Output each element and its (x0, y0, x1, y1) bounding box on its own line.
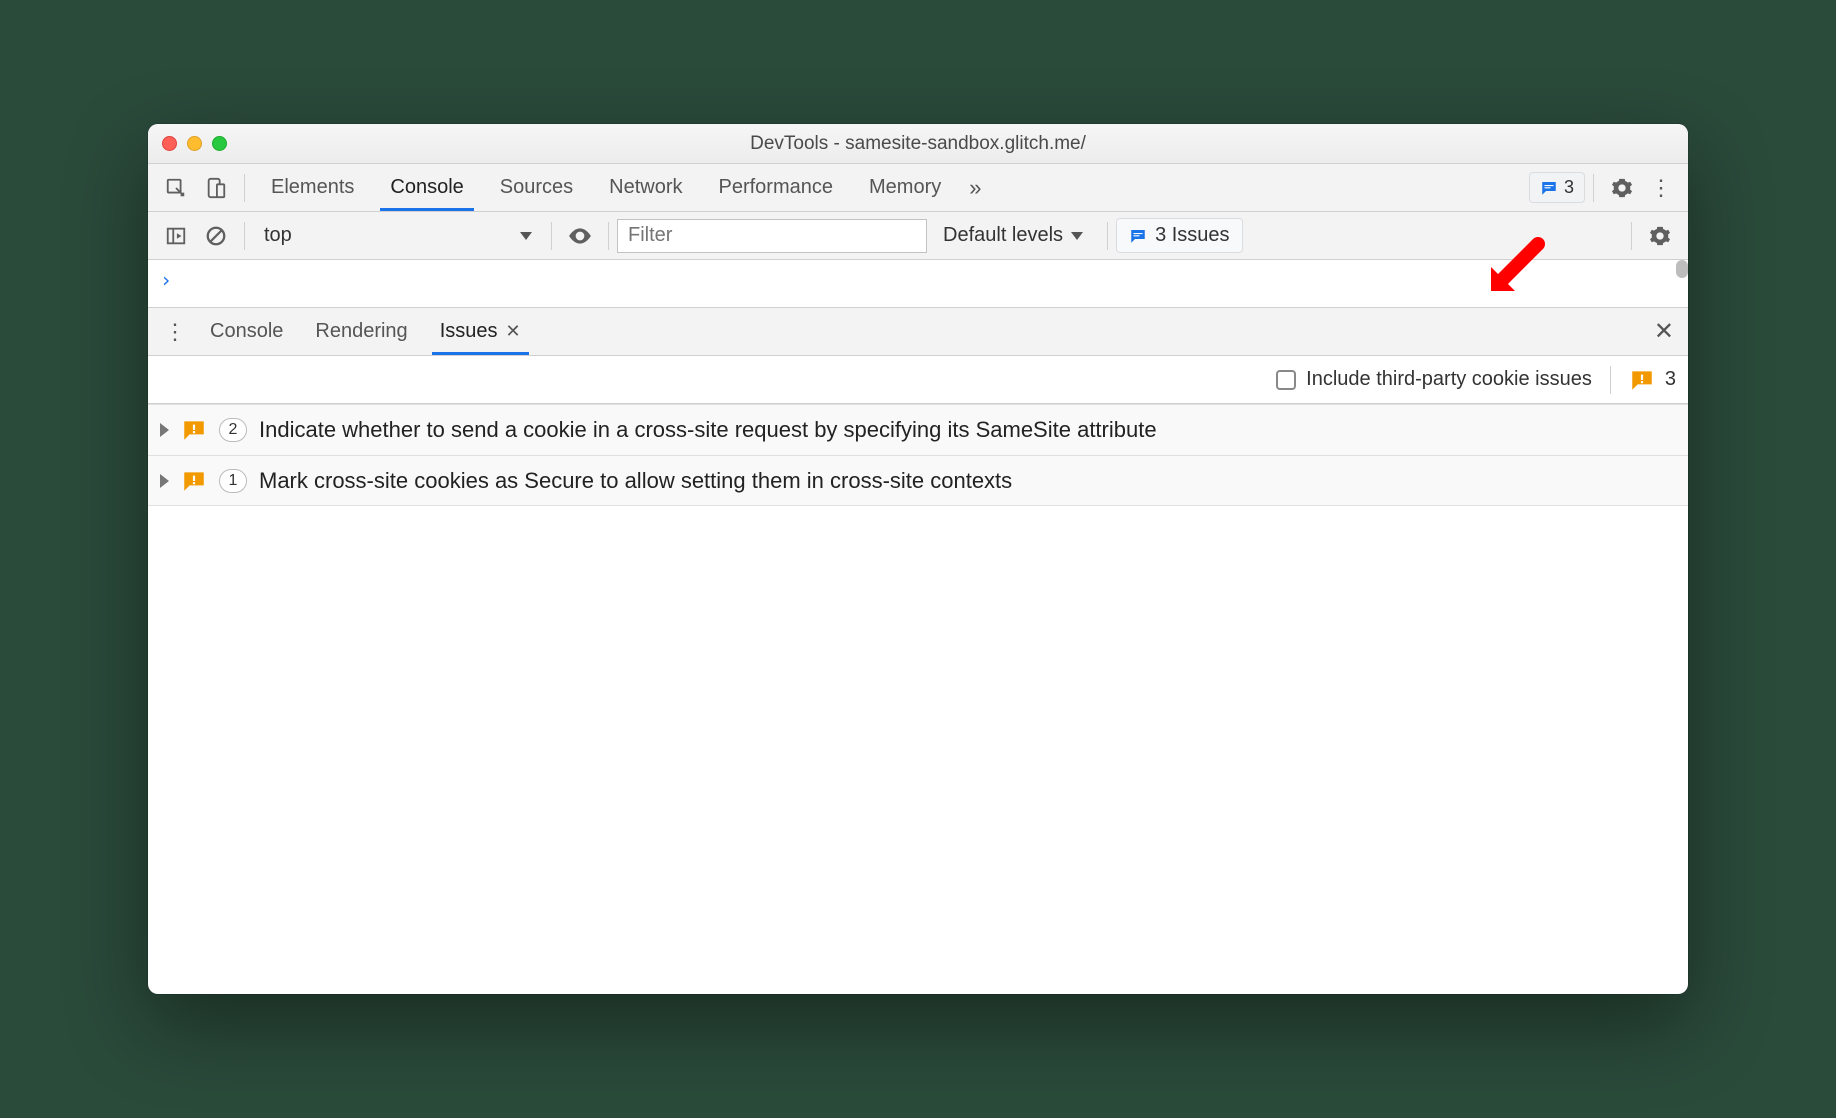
console-subbar: top Default levels 3 Issues (148, 212, 1688, 260)
drawer-tab-console[interactable]: Console (194, 308, 299, 355)
console-prompt-icon: › (160, 268, 172, 292)
include-thirdparty-label: Include third-party cookie issues (1306, 368, 1592, 391)
issue-badge-count: 3 (1564, 177, 1574, 198)
window-title: DevTools - samesite-sandbox.glitch.me/ (148, 133, 1688, 155)
drawer-tab-issues[interactable]: Issues ✕ (424, 308, 537, 355)
issue-row[interactable]: 2 Indicate whether to send a cookie in a… (148, 404, 1688, 456)
tab-console[interactable]: Console (372, 164, 481, 211)
separator (1593, 174, 1594, 202)
warning-icon (181, 468, 207, 494)
scrollbar-thumb[interactable] (1676, 260, 1688, 278)
separator (551, 222, 552, 250)
tab-memory-label: Memory (869, 176, 941, 199)
subbar-right (1623, 218, 1680, 254)
filter-input[interactable] (617, 219, 927, 253)
issue-count-badge: 1 (219, 469, 247, 493)
clear-console-icon[interactable] (198, 218, 234, 254)
separator (1631, 222, 1632, 250)
close-drawer-icon[interactable]: ✕ (1648, 317, 1680, 346)
tab-network-label: Network (609, 176, 682, 199)
expand-triangle-icon[interactable] (160, 423, 169, 437)
tab-network[interactable]: Network (591, 164, 700, 211)
warning-icon (1629, 367, 1655, 393)
warning-icon (181, 417, 207, 443)
drawer-right: ✕ (1648, 317, 1680, 346)
settings-gear-icon[interactable] (1604, 170, 1640, 206)
device-toolbar-icon[interactable] (198, 170, 234, 206)
tab-memory[interactable]: Memory (851, 164, 959, 211)
kebab-menu-icon[interactable]: ⋮ (1642, 175, 1680, 201)
more-tabs-icon[interactable]: » (959, 164, 991, 211)
main-tabs: Elements Console Sources Network Perform… (253, 164, 991, 211)
issues-total-count: 3 (1665, 368, 1676, 391)
drawer-tab-rendering[interactable]: Rendering (299, 308, 423, 355)
titlebar: DevTools - samesite-sandbox.glitch.me/ (148, 124, 1688, 164)
drawer-tab-console-label: Console (210, 320, 283, 343)
drawer-tab-issues-label: Issues (440, 320, 498, 343)
separator (1610, 366, 1611, 394)
tab-elements-label: Elements (271, 176, 354, 199)
issues-icon (1129, 227, 1147, 245)
chevron-down-icon (520, 232, 532, 240)
include-thirdparty-checkbox[interactable] (1276, 370, 1296, 390)
inspect-element-icon[interactable] (158, 170, 194, 206)
tabbar-right: 3 ⋮ (1529, 170, 1680, 206)
context-label: top (264, 224, 292, 247)
console-sidebar-toggle-icon[interactable] (158, 218, 194, 254)
separator (1107, 222, 1108, 250)
issue-title: Indicate whether to send a cookie in a c… (259, 415, 1676, 445)
drawer-tab-rendering-label: Rendering (315, 320, 407, 343)
tab-console-label: Console (390, 176, 463, 199)
tab-performance-label: Performance (719, 176, 834, 199)
drawer-tabbar: ⋮ Console Rendering Issues ✕ ✕ (148, 308, 1688, 356)
drawer-kebab-menu-icon[interactable]: ⋮ (156, 319, 194, 345)
tab-sources[interactable]: Sources (482, 164, 591, 211)
separator (244, 222, 245, 250)
issues-toolbar: Include third-party cookie issues 3 (148, 356, 1688, 404)
chevron-down-icon (1071, 232, 1083, 240)
issue-row[interactable]: 1 Mark cross-site cookies as Secure to a… (148, 456, 1688, 507)
separator (244, 174, 245, 202)
issues-chip[interactable]: 3 Issues (1116, 218, 1242, 253)
live-expression-icon[interactable] (562, 218, 598, 254)
console-settings-gear-icon[interactable] (1642, 218, 1678, 254)
issues-pill-top[interactable]: 3 (1529, 172, 1585, 203)
tab-sources-label: Sources (500, 176, 573, 199)
tab-performance[interactable]: Performance (701, 164, 852, 211)
context-select[interactable]: top (253, 223, 543, 248)
devtools-window: DevTools - samesite-sandbox.glitch.me/ E… (148, 124, 1688, 994)
main-tabbar: Elements Console Sources Network Perform… (148, 164, 1688, 212)
close-icon[interactable]: ✕ (506, 321, 521, 342)
expand-triangle-icon[interactable] (160, 474, 169, 488)
console-body[interactable]: › (148, 260, 1688, 308)
level-label: Default levels (943, 224, 1063, 247)
issue-title: Mark cross-site cookies as Secure to all… (259, 466, 1676, 496)
issues-icon (1540, 179, 1558, 197)
tab-elements[interactable]: Elements (253, 164, 372, 211)
issues-chip-label: 3 Issues (1155, 224, 1229, 247)
separator (608, 222, 609, 250)
log-levels-dropdown[interactable]: Default levels (927, 224, 1099, 247)
issue-count-badge: 2 (219, 418, 247, 442)
